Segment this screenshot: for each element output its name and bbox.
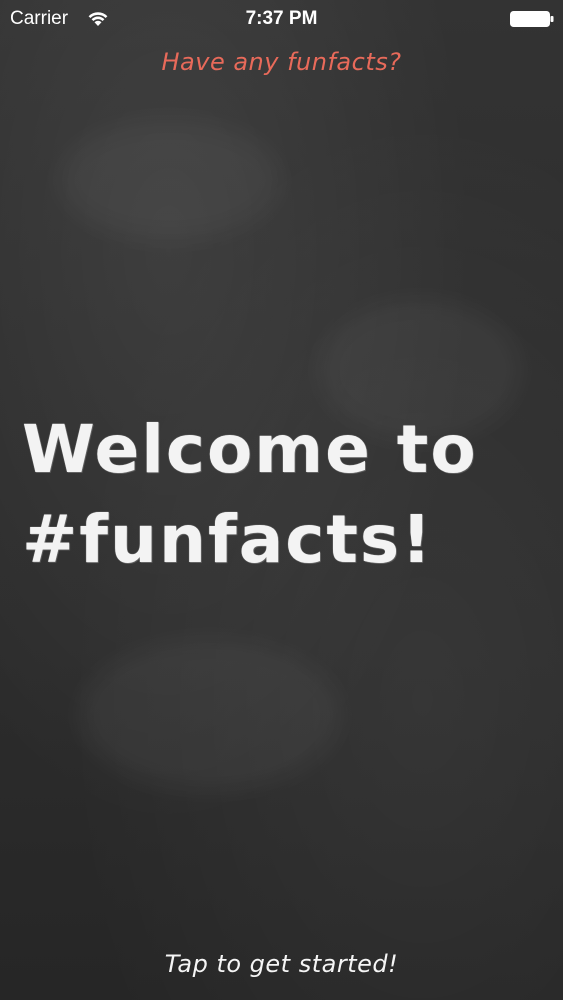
status-time: 7:37 PM (245, 8, 318, 29)
chalk-smudge (60, 120, 280, 240)
chalkboard-screen[interactable]: Carrier 7:37 PM Have any funfacts? Welco… (0, 0, 563, 1000)
welcome-title: Welcome to #funfacts! (22, 405, 552, 585)
welcome-line-2: #funfacts! (22, 501, 434, 578)
status-bar: Carrier 7:37 PM (0, 0, 563, 38)
funfacts-prompt-link[interactable]: Have any funfacts? (0, 48, 563, 76)
chalk-smudge (80, 640, 340, 790)
battery-icon (510, 11, 554, 27)
welcome-line-1: Welcome to (22, 411, 478, 488)
get-started-button[interactable]: Tap to get started! (0, 950, 563, 978)
